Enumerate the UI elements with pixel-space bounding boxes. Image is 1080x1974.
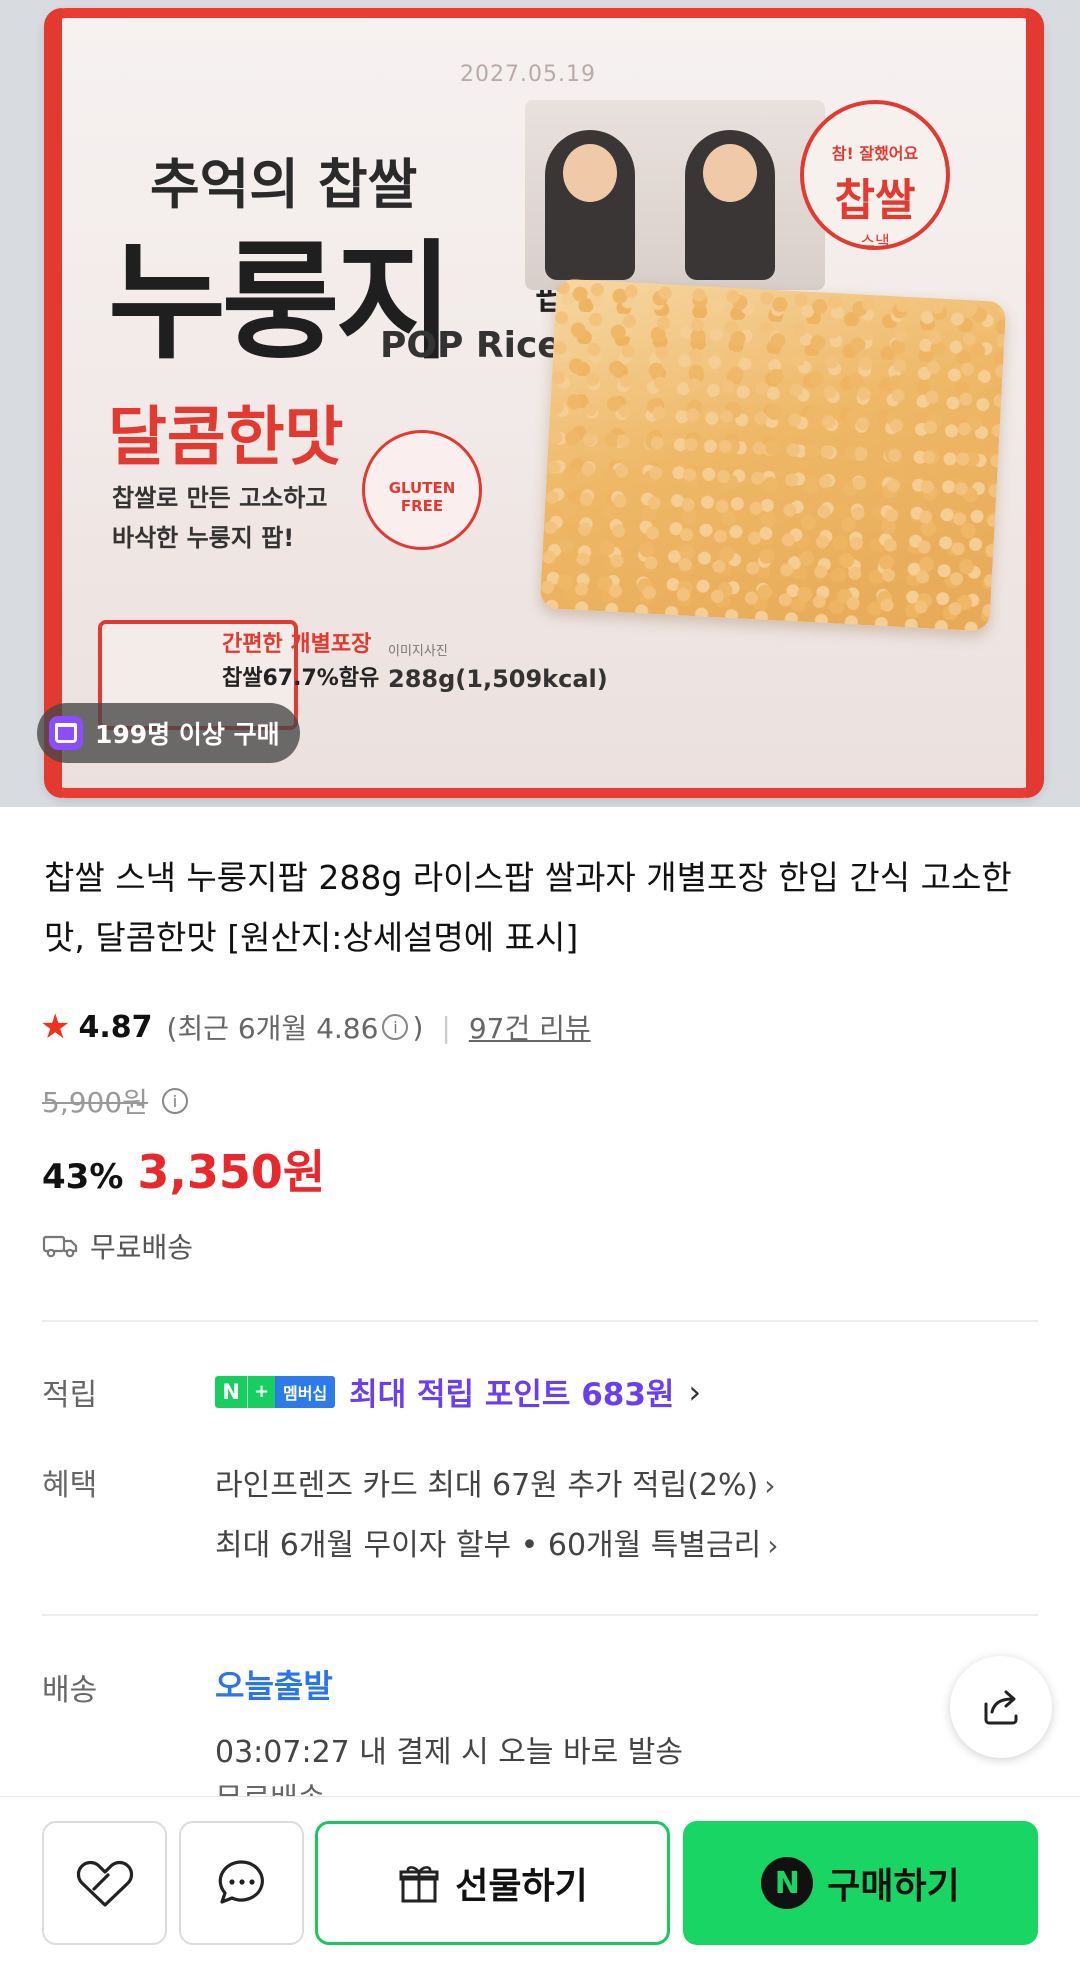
package-expiry-date: 2027.05.19 [460,62,596,87]
benefit-installment[interactable]: 최대 6개월 무이자 할부 • 60개월 특별금리 › [215,1520,778,1564]
delivery-countdown: 03:07:27 내 결제 시 오늘 바로 발송 [215,1735,683,1770]
gluten-free-badge: GLUTEN FREE [362,430,482,550]
kids-illustration [525,100,825,290]
benefits-label: 혜택 [42,1468,98,1503]
bottom-action-bar: 선물하기 N 구매하기 [0,1796,1080,1974]
purchase-count-text: 199명 이상 구매 [95,720,280,749]
points-row[interactable]: N + 멤버십 최대 적립 포인트 683원 › [215,1369,701,1414]
chat-bubble-icon [218,1860,264,1904]
review-link[interactable]: 97건 리뷰 [469,1007,591,1047]
package-edge-left [44,8,62,798]
membership-label: 멤버십 [275,1375,336,1408]
package-flavor: 달콤한맛 [108,401,344,475]
share-button[interactable] [950,1656,1052,1758]
gift-icon [399,1866,439,1903]
naver-membership-badge: N + 멤버십 [215,1375,336,1408]
kid-figure [685,130,775,280]
package-info-text: 간편한 개별포장 찹쌀67.7%함유 [222,628,379,696]
buy-label: 구매하기 [827,1866,960,1907]
benefit-line-2: 최대 6개월 무이자 할부 • 60개월 특별금리 [215,1528,762,1563]
buy-button[interactable]: N 구매하기 [683,1821,1038,1945]
naver-pay-icon: N [761,1857,814,1909]
gift-button[interactable]: 선물하기 [315,1821,670,1945]
discount-rate: 43% [42,1157,124,1197]
package-desc-line-2: 바삭한 누룽지 팝! [112,524,295,552]
talk-button[interactable] [179,1821,304,1945]
price-info-icon[interactable]: i [161,1088,188,1114]
divider [42,1614,1038,1616]
truck-icon [42,1235,78,1258]
rating-value: 4.87 [78,1009,153,1045]
chevron-right-icon: › [688,1372,702,1411]
like-button[interactable] [42,1821,167,1945]
kid-figure [545,130,635,280]
info-icon[interactable]: i [382,1014,409,1040]
delivery-type: 오늘출발 [215,1667,333,1705]
heart-icon [76,1860,133,1907]
rating-row: ★ 4.87 (최근 6개월 4.86 i ) | 97건 리뷰 [40,1002,591,1052]
plus-icon: + [247,1375,275,1408]
naver-n-icon: N [215,1375,247,1408]
recent-rating-close: ) [412,1010,424,1044]
shipping-row: 무료배송 [42,1226,193,1266]
product-image[interactable]: 2027.05.19 추억의 찹쌀 누룽지 팝 POP Rice 달콤한맛 찹쌀… [0,0,1080,807]
delivery-shipping-partial: 무료배송 [215,1782,325,1796]
star-icon: ★ [40,1007,71,1047]
package-desc-line-1: 찹쌀로 만든 고소하고 [112,484,328,512]
delivery-label: 배송 [42,1673,98,1708]
package-stamp-badge: 참! 잘했어요 찹쌀 스낵 [800,100,950,251]
package-description: 찹쌀로 만든 고소하고 바삭한 누룽지 팝! [112,478,327,558]
sale-price-row: 43% 3,350원 [42,1136,325,1202]
stamp-top-text: 참! 잘했어요 [831,144,919,163]
separator: | [441,1010,451,1044]
rice-percent-text: 찹쌀67.7%함유 [222,666,380,691]
divider [42,1320,1038,1322]
original-price-row: 5,900원 i [42,1081,192,1121]
sale-price: 3,350원 [137,1145,326,1199]
stamp-bottom-text: 스낵 [860,232,890,251]
purchase-count-badge: 199명 이상 구매 [37,703,300,763]
package-weight: 288g(1,509kcal) [388,665,608,693]
original-price: 5,900원 [42,1086,148,1119]
chevron-right-icon: › [767,1529,779,1562]
individual-pack-text: 간편한 개별포장 [222,632,372,657]
max-points-text: 최대 적립 포인트 683원 [349,1377,675,1413]
shopping-bag-icon [49,716,83,750]
package-english-title: POP Rice [380,325,562,366]
recent-rating-text: (최근 6개월 4.86 [166,1012,379,1045]
benefit-line-1: 라인프렌즈 카드 최대 67원 추가 적립(2%) [215,1468,759,1503]
gift-label: 선물하기 [455,1866,588,1907]
package-edge-right [1026,8,1044,798]
product-title: 찹쌀 스낵 누룽지팝 288g 라이스팝 쌀과자 개별포장 한입 간식 고소한맛… [44,858,1012,957]
stamp-main-text: 찹쌀 [834,175,916,226]
share-icon [984,1690,1018,1725]
chevron-right-icon: › [764,1469,776,1502]
benefit-card-points[interactable]: 라인프렌즈 카드 최대 67원 추가 적립(2%) › [215,1460,775,1504]
rice-snack-photo [539,278,1007,632]
points-label: 적립 [42,1378,98,1413]
shipping-text: 무료배송 [90,1231,194,1264]
image-note: 이미지사진 [388,644,448,659]
